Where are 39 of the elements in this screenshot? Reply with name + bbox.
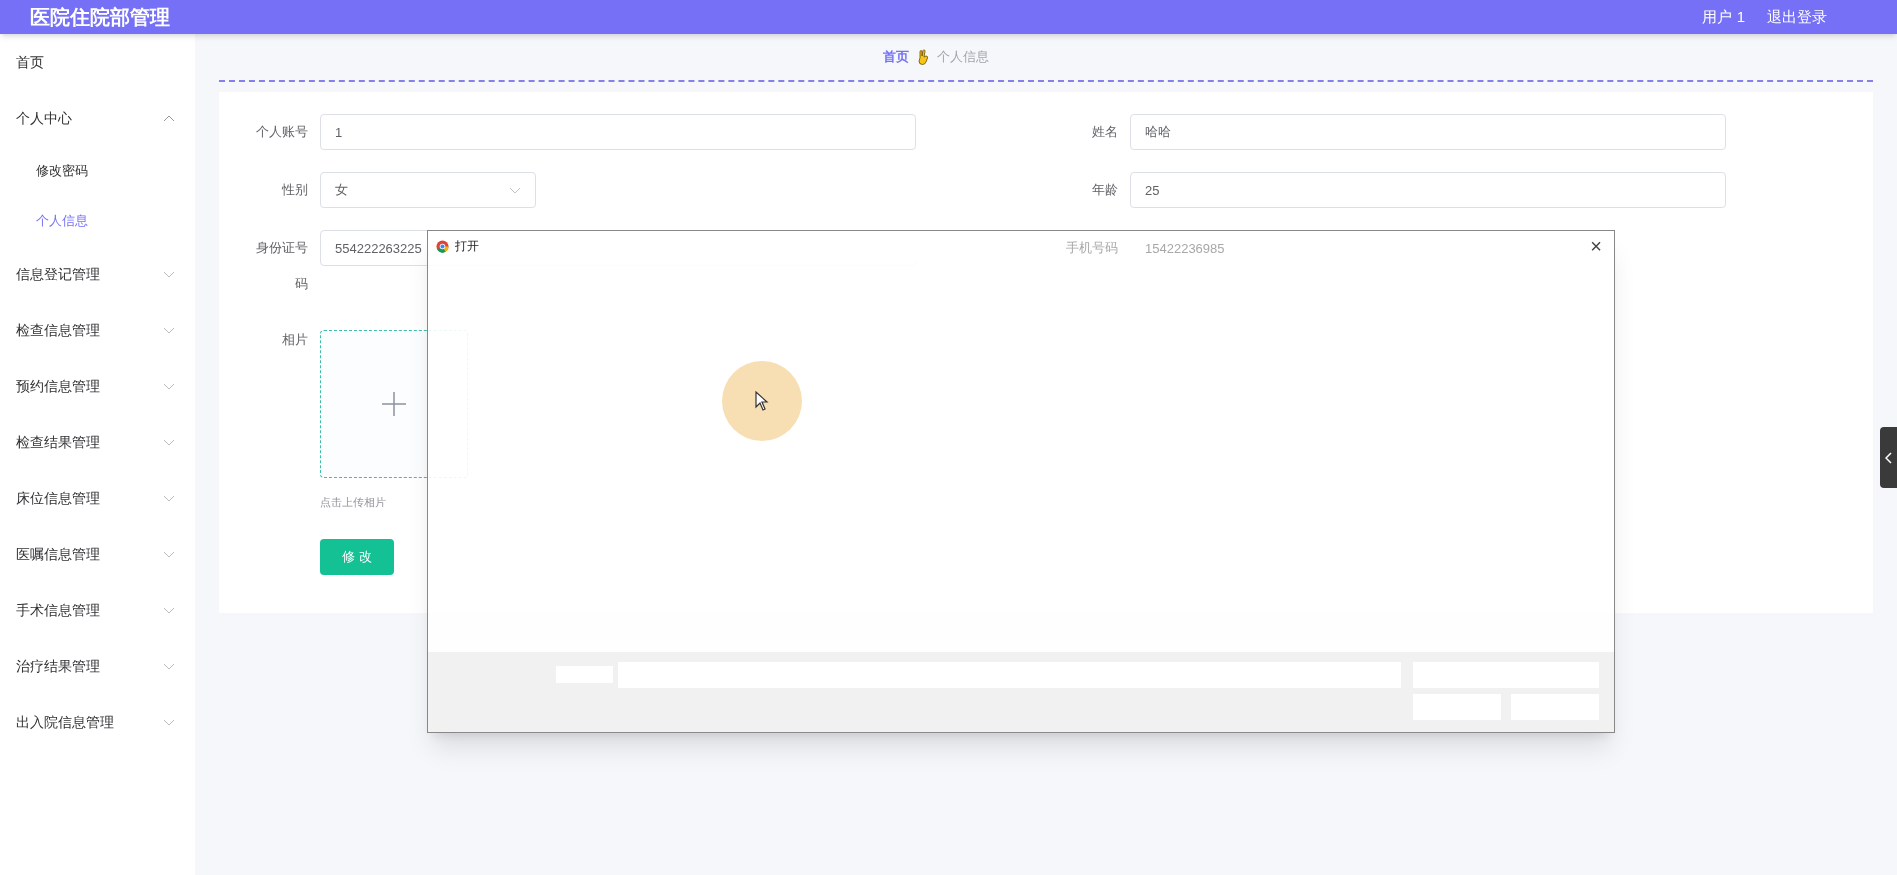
input-field[interactable]: 哈哈 [1130,114,1726,150]
browser-icon [436,239,449,253]
breadcrumb-current: 个人信息 [937,48,989,67]
field-label: 手机号码 [1065,239,1119,257]
sidebar-item[interactable]: 手术信息管理 [16,599,100,621]
sidebar-item[interactable]: 医嘱信息管理 [16,543,100,565]
sidebar-item[interactable]: 出入院信息管理 [16,711,114,733]
field-label: 个人账号 [255,123,309,141]
field-label: 相片 [281,331,309,349]
chevron-left-icon [1884,451,1893,464]
field-label: 姓名 [1091,123,1119,141]
sidebar-item[interactable]: 床位信息管理 [16,487,100,509]
field-label: 身份证号码 [255,239,309,293]
gender-select[interactable]: 女 [320,172,536,208]
panel-toggle-tab[interactable] [1880,427,1897,488]
close-button[interactable]: × [1586,236,1606,256]
user-name: 用户 1 [1702,6,1745,27]
chevron-down-icon [509,186,521,194]
app-title: 医院住院部管理 [30,5,170,30]
plus-icon [381,391,407,417]
sidebar-item[interactable]: 信息登记管理 [16,263,100,285]
sidebar-item[interactable]: 首页 [0,34,195,90]
dialog-title: 打开 [455,238,479,255]
input-field[interactable]: 1 [320,114,916,150]
cursor-icon [755,391,769,411]
field-label: 性别 [281,181,309,199]
breadcrumb-link[interactable]: 首页 [883,47,909,67]
logout-link[interactable]: 退出登录 [1767,5,1827,29]
sidebar-item[interactable]: 个人中心 [16,107,72,129]
submenu-item[interactable]: 修改密码 [0,146,195,196]
sidebar-item[interactable]: 检查信息管理 [16,319,100,341]
hand-icon [917,49,929,65]
sidebar-item[interactable]: 治疗结果管理 [16,655,100,677]
upload-hint: 点击上传相片 [320,495,387,510]
submenu-item[interactable]: 个人信息 [0,196,195,246]
field-label: 年龄 [1091,181,1119,199]
sidebar-item[interactable]: 预约信息管理 [16,375,100,397]
sidebar-item[interactable]: 检查结果管理 [16,431,100,453]
input-field[interactable]: 25 [1130,172,1726,208]
